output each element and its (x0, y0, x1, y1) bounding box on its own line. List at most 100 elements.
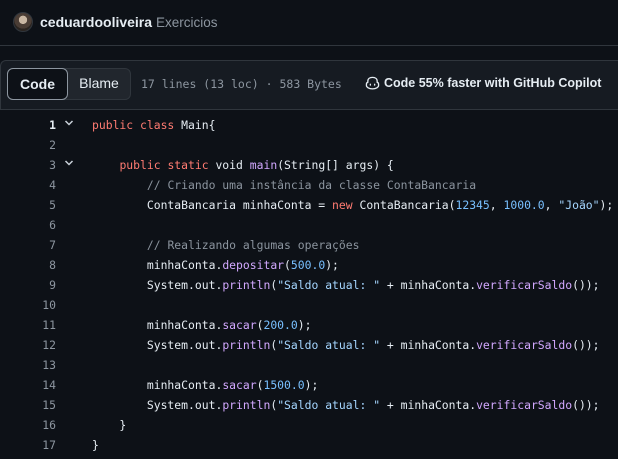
code-token: (String[] args) { (277, 158, 394, 172)
view-toggle: Code Blame (7, 68, 131, 100)
file-header: Code Blame 17 lines (13 loc) · 583 Bytes… (0, 60, 618, 110)
code-token: System.out. (92, 398, 223, 412)
code-line: 10 (0, 295, 618, 315)
code-text: public class Main{ (92, 115, 215, 135)
code-token: minhaConta. (92, 318, 223, 332)
line-number[interactable]: 17 (0, 435, 56, 455)
code-token: sacar (222, 378, 257, 392)
avatar[interactable] (13, 12, 33, 32)
code-token: main (249, 158, 278, 172)
code-text: ContaBancaria minhaConta = new ContaBanc… (92, 195, 613, 215)
code-token: ()); (572, 398, 600, 412)
line-number[interactable]: 12 (0, 335, 56, 355)
line-number[interactable]: 11 (0, 315, 56, 335)
code-text: } (92, 415, 126, 435)
code-token: new (332, 198, 360, 212)
code-token: ); (325, 258, 339, 272)
code-line: 6 (0, 215, 618, 235)
code-token: verificarSaldo (476, 338, 573, 352)
line-number[interactable]: 4 (0, 175, 56, 195)
code-text: // Realizando algumas operações (92, 235, 360, 255)
code-token: verificarSaldo (476, 398, 573, 412)
code-token: "Saldo atual: " (277, 278, 381, 292)
code-token: // Realizando algumas operações (146, 238, 360, 252)
code-token: System.out. (92, 278, 223, 292)
code-token: + minhaConta. (380, 398, 477, 412)
code-token: 1000.0 (503, 198, 545, 212)
code-token: , (489, 198, 504, 212)
code-token: ); (297, 318, 312, 332)
code-line: 8 minhaConta.depositar(500.0); (0, 255, 618, 275)
line-number[interactable]: 10 (0, 295, 56, 315)
line-number[interactable]: 5 (0, 195, 56, 215)
code-line: 13 (0, 355, 618, 375)
code-line: 7 // Realizando algumas operações (0, 235, 618, 255)
code-line: 5 ContaBancaria minhaConta = new ContaBa… (0, 195, 618, 215)
line-number[interactable]: 6 (0, 215, 56, 235)
code-token: // Criando uma instância da classe Conta… (146, 178, 477, 192)
line-number[interactable]: 13 (0, 355, 56, 375)
repo-owner-link[interactable]: ceduardooliveira (40, 14, 152, 30)
code-token: public class (92, 118, 182, 132)
line-number[interactable]: 8 (0, 255, 56, 275)
code-token: } (92, 418, 127, 432)
code-text: minhaConta.sacar(1500.0); (92, 375, 318, 395)
code-text: System.out.println("Saldo atual: " + min… (92, 335, 600, 355)
code-token: "Saldo atual: " (277, 338, 381, 352)
chevron-down-icon[interactable] (64, 115, 78, 135)
code-token: minhaConta. (92, 378, 223, 392)
code-line: 16 } (0, 415, 618, 435)
line-number[interactable]: 1 (0, 115, 56, 135)
code-text: minhaConta.sacar(200.0); (92, 315, 312, 335)
copilot-promo-text: Code 55% faster with GitHub Copilot (384, 76, 602, 90)
line-number[interactable]: 15 (0, 395, 56, 415)
chevron-down-icon[interactable] (64, 155, 78, 175)
line-number[interactable]: 16 (0, 415, 56, 435)
code-view: 1 public class Main{ 2 3 public static void… (0, 115, 618, 455)
code-token: ( (284, 258, 291, 272)
code-line: 12 System.out.println("Saldo atual: " + … (0, 335, 618, 355)
code-token: minhaConta. (92, 258, 223, 272)
code-token: + minhaConta. (380, 278, 477, 292)
code-token: ()); (572, 278, 600, 292)
code-text: public static void main(String[] args) { (92, 155, 394, 175)
code-text: } (92, 435, 99, 455)
code-token: void (215, 158, 250, 172)
line-number[interactable]: 14 (0, 375, 56, 395)
code-token: } (92, 438, 99, 452)
copilot-icon (365, 76, 380, 90)
code-line: 1 public class Main{ (0, 115, 618, 135)
code-token: ()); (572, 338, 600, 352)
code-text: // Criando uma instância da classe Conta… (92, 175, 476, 195)
code-token: ContaBancaria minhaConta = (92, 198, 333, 212)
line-number[interactable]: 3 (0, 155, 56, 175)
line-number[interactable]: 2 (0, 135, 56, 155)
code-token: ); (599, 198, 614, 212)
copilot-promo-link[interactable]: Code 55% faster with GitHub Copilot (365, 76, 601, 90)
code-text: System.out.println("Saldo atual: " + min… (92, 275, 600, 295)
blame-tab[interactable]: Blame (70, 68, 128, 100)
code-line: 2 (0, 135, 618, 155)
code-tab[interactable]: Code (7, 68, 68, 100)
code-token: println (222, 278, 271, 292)
code-token: verificarSaldo (476, 278, 573, 292)
code-token: sacar (222, 318, 257, 332)
code-token: System.out. (92, 338, 223, 352)
code-token: println (222, 398, 271, 412)
code-token: 1500.0 (263, 378, 305, 392)
code-token: "Saldo atual: " (277, 398, 381, 412)
code-line: 9 System.out.println("Saldo atual: " + m… (0, 275, 618, 295)
code-token: 500.0 (290, 258, 326, 272)
file-meta: 17 lines (13 loc) · 583 Bytes (141, 77, 342, 91)
code-line: 17} (0, 435, 618, 455)
code-token: println (222, 338, 271, 352)
repo-name-link[interactable]: Exercicios (156, 15, 218, 30)
line-number[interactable]: 7 (0, 235, 56, 255)
line-number[interactable]: 9 (0, 275, 56, 295)
code-line: 15 System.out.println("Saldo atual: " + … (0, 395, 618, 415)
code-token: depositar (222, 258, 285, 272)
code-token: ContaBancaria( (359, 198, 456, 212)
